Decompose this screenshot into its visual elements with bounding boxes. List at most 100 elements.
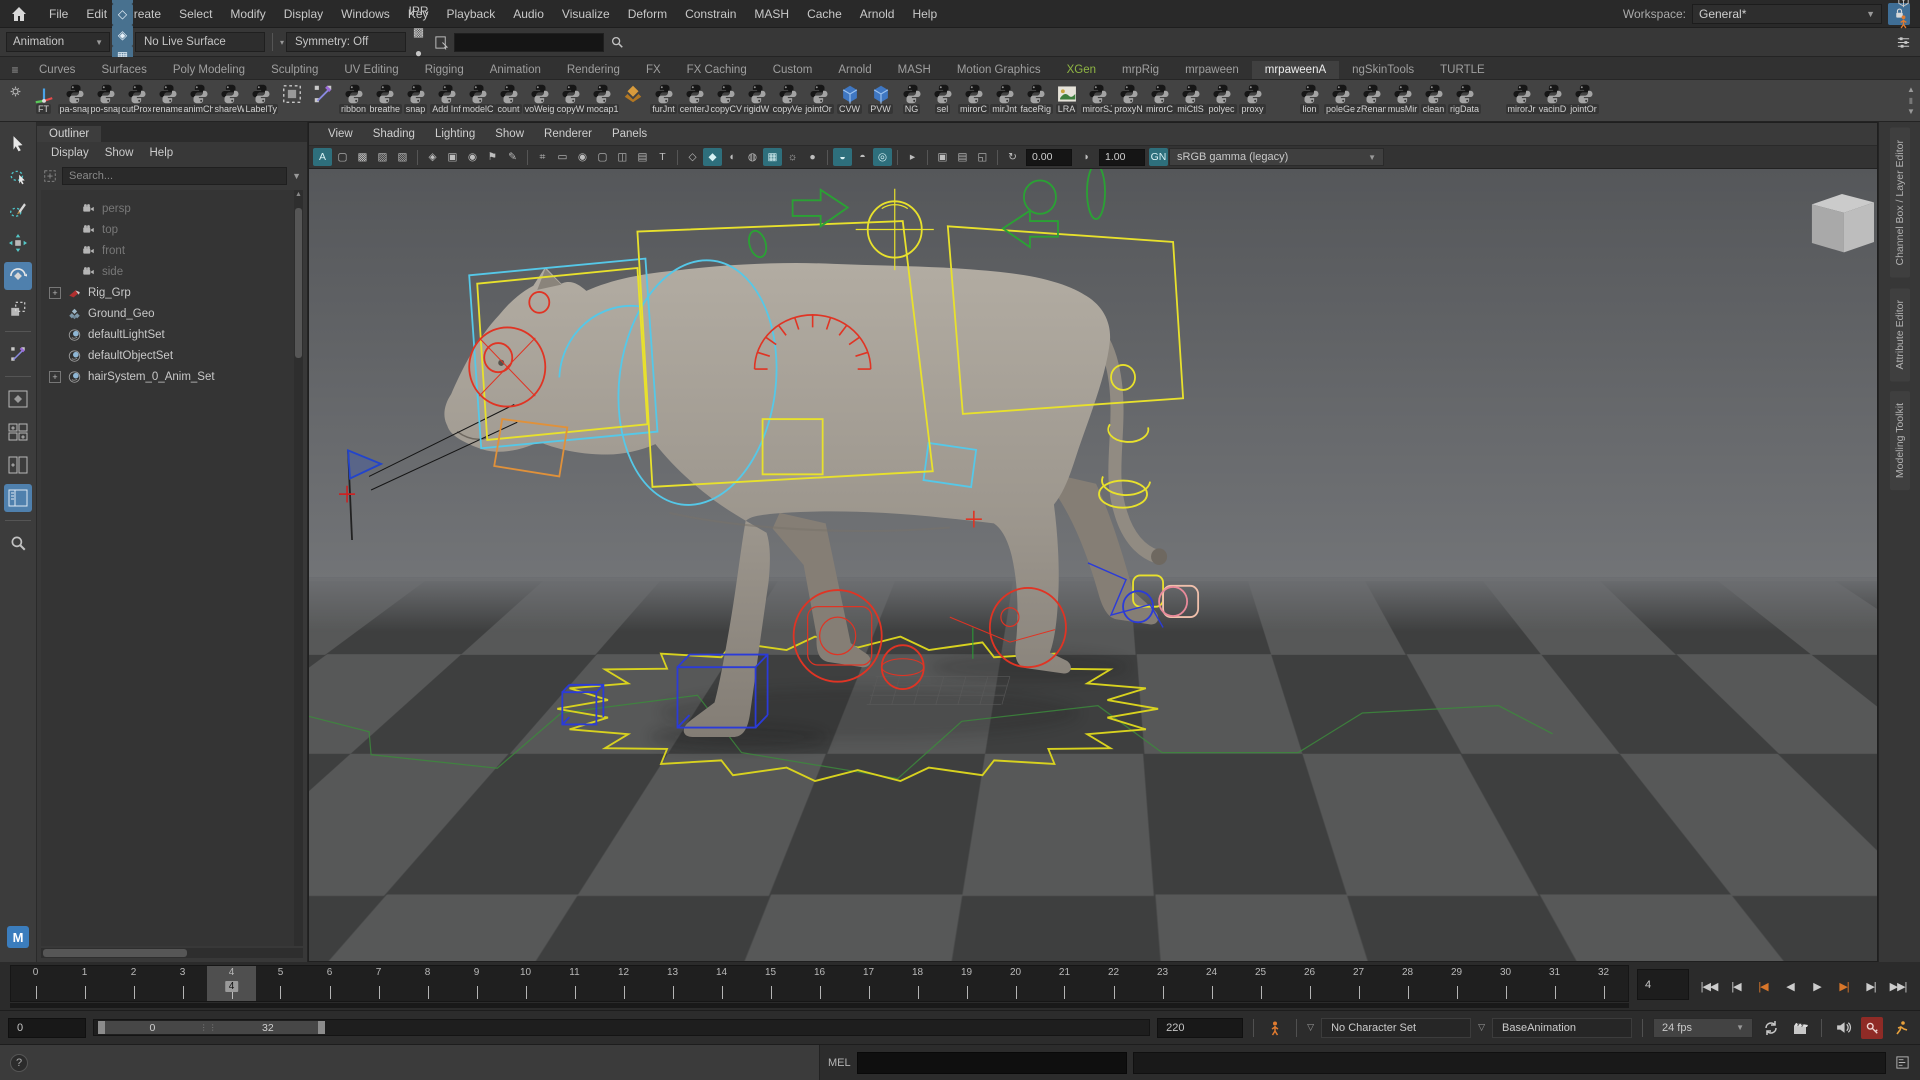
shelf-item-rigidW[interactable]: rigidW xyxy=(741,81,772,114)
shelf-item-CVW[interactable]: CVW xyxy=(834,81,865,114)
range-slider-groove[interactable]: 0 ⋮⋮ 32 xyxy=(93,1019,1150,1036)
shelf-item-vacinD[interactable]: vacinD xyxy=(1537,81,1568,114)
step-forward-frame-button[interactable]: ▶| xyxy=(1859,976,1883,998)
colorspace-dropdown[interactable]: sRGB gamma (legacy)▼ xyxy=(1169,148,1384,166)
shelf-item-proxy[interactable]: proxy xyxy=(1237,81,1268,114)
shelf-item-cutProx[interactable]: cutProx xyxy=(121,81,152,114)
range-start-handle[interactable] xyxy=(98,1021,105,1034)
two-pane-layout-button[interactable] xyxy=(4,451,32,479)
select-by-name-input[interactable] xyxy=(454,33,604,52)
shelf-tab-motion-graphics[interactable]: Motion Graphics xyxy=(944,61,1054,79)
viewport-exposure-field[interactable]: 0.00 xyxy=(1026,149,1072,166)
range-end-handle[interactable] xyxy=(318,1021,325,1034)
select-camera-icon[interactable]: A xyxy=(313,148,332,166)
shelf-item-furJnt[interactable]: furJnt xyxy=(648,81,679,114)
prev-key-button[interactable]: |◀ xyxy=(1751,976,1775,998)
lock-camera-icon[interactable]: ▢ xyxy=(333,148,352,166)
shelf-tab-animation[interactable]: Animation xyxy=(477,61,554,79)
render-settings-icon[interactable]: ▩ xyxy=(408,21,429,42)
move-tool[interactable] xyxy=(4,229,32,257)
view-transform-toggle-icon[interactable]: GN xyxy=(1149,148,1168,166)
resolution-gate-icon[interactable]: ◉ xyxy=(573,148,592,166)
shelf-item-faceRig[interactable]: faceRig xyxy=(1020,81,1051,114)
animation-end-field[interactable]: 220 xyxy=(1157,1018,1243,1038)
auto-keyframe-toggle[interactable] xyxy=(1861,1017,1883,1039)
modeling-toolkit-toggle-icon[interactable] xyxy=(1893,0,1914,11)
shelf-item-mirJnt[interactable]: mirJnt xyxy=(989,81,1020,114)
menu-playback[interactable]: Playback xyxy=(438,7,505,21)
maya-home-icon[interactable] xyxy=(10,5,28,23)
anim-layer-field[interactable]: BaseAnimation xyxy=(1492,1018,1632,1038)
outliner-item-hairSystem_0_Anim_Set[interactable]: +hairSystem_0_Anim_Set xyxy=(41,366,294,387)
playback-loop-icon[interactable] xyxy=(1760,1017,1782,1039)
shelf-item-shareW[interactable]: shareW xyxy=(214,81,245,114)
shelf-tab-ngskintools[interactable]: ngSkinTools xyxy=(1339,61,1427,79)
snap-projected-center-icon[interactable]: ◈ xyxy=(112,25,133,46)
command-language-toggle[interactable]: MEL xyxy=(828,1057,851,1069)
shelf-item-mirorSJ[interactable]: mirorSJ xyxy=(1082,81,1113,114)
single-pane-layout-button[interactable] xyxy=(4,385,32,413)
viewport-scene[interactable]: RIGHT xyxy=(309,169,1877,961)
flat-shade-icon[interactable]: ◐ xyxy=(723,148,742,166)
character-set-dropdown[interactable]: No Character Set xyxy=(1321,1018,1471,1038)
wireframe-on-shaded-icon[interactable]: ◍ xyxy=(743,148,762,166)
shelf-item-proxyN[interactable]: proxyN xyxy=(1113,81,1144,114)
next-key-button[interactable]: ▶| xyxy=(1832,976,1856,998)
shelf-item-rigData[interactable]: rigData xyxy=(1449,81,1480,114)
menu-arnold[interactable]: Arnold xyxy=(851,7,904,21)
step-back-frame-button[interactable]: |◀ xyxy=(1724,976,1748,998)
image-plane-icon[interactable]: ▧ xyxy=(393,148,412,166)
shelf-tab-uv-editing[interactable]: UV Editing xyxy=(331,61,411,79)
viewport-menu-shading[interactable]: Shading xyxy=(364,128,424,140)
add-character-set-icon[interactable] xyxy=(1264,1017,1286,1039)
menu-display[interactable]: Display xyxy=(275,7,332,21)
attribute-editor-toggle-icon[interactable] xyxy=(1893,32,1914,53)
shelf-tab-rigging[interactable]: Rigging xyxy=(412,61,477,79)
menu-edit[interactable]: Edit xyxy=(77,7,116,21)
menu-constrain[interactable]: Constrain xyxy=(676,7,745,21)
camera-attributes-icon[interactable]: ▩ xyxy=(353,148,372,166)
viewport-menu-renderer[interactable]: Renderer xyxy=(535,128,601,140)
lock-view-icon[interactable]: ▣ xyxy=(443,148,462,166)
paint-select-tool[interactable] xyxy=(4,196,32,224)
shelf-tab-custom[interactable]: Custom xyxy=(760,61,826,79)
shelf-item-po-snap[interactable]: po-snap xyxy=(90,81,121,114)
zoom-tool-icon[interactable] xyxy=(4,529,32,557)
bookmark-flag-icon[interactable]: ⚑ xyxy=(483,148,502,166)
menu-deform[interactable]: Deform xyxy=(619,7,676,21)
timeline-ruler[interactable]: 0123456789101112131415161718192021222324… xyxy=(10,965,1629,1002)
shelf-item-jointOr[interactable]: jointOr xyxy=(803,81,834,114)
shelf-tab-mash[interactable]: MASH xyxy=(885,61,944,79)
shelf-item-lion[interactable]: lion xyxy=(1294,81,1325,114)
humanik-toggle-icon[interactable] xyxy=(1893,11,1914,32)
shelf-item-jointOr[interactable]: jointOr xyxy=(1568,81,1599,114)
menu-modify[interactable]: Modify xyxy=(221,7,274,21)
pivot-icon[interactable]: ◉ xyxy=(463,148,482,166)
viewport-menu-panels[interactable]: Panels xyxy=(603,128,656,140)
shelf-tab-turtle[interactable]: TURTLE xyxy=(1427,61,1498,79)
shelf-options-icon[interactable] xyxy=(2,81,28,98)
shelf-scroll-arrows[interactable]: ▲▮▼ xyxy=(1904,81,1918,116)
motion-blur-icon[interactable]: ◓ xyxy=(853,148,872,166)
menu-set-dropdown[interactable]: Animation▼ xyxy=(6,32,110,52)
live-surface-field[interactable]: No Live Surface xyxy=(135,32,265,52)
current-frame-field[interactable]: 4 xyxy=(1637,969,1689,1000)
fps-dropdown[interactable]: 24 fps▼ xyxy=(1653,1018,1753,1038)
pencil-icon[interactable]: ✎ xyxy=(503,148,522,166)
select-tool[interactable] xyxy=(4,130,32,158)
select-by-name-icon[interactable] xyxy=(431,32,452,53)
paste-pixels-icon[interactable]: ▤ xyxy=(953,148,972,166)
shelf-item-mirorJr[interactable]: mirorJr xyxy=(1506,81,1537,114)
shelf-menu-icon[interactable]: ≡ xyxy=(4,63,26,77)
shelf-item-LabelTy[interactable]: LabelTy xyxy=(245,81,276,114)
wireframe-icon[interactable]: ◇ xyxy=(683,148,702,166)
shelf-item-miCtlS[interactable]: miCtlS xyxy=(1175,81,1206,114)
screen-space-ao-icon[interactable]: ◒ xyxy=(833,148,852,166)
outliner-item-front[interactable]: front xyxy=(41,240,294,261)
script-editor-icon[interactable] xyxy=(1892,1053,1912,1073)
shelf-item-breathe[interactable]: breathe xyxy=(369,81,400,114)
shelf-tab-arnold[interactable]: Arnold xyxy=(825,61,884,79)
outliner-tab[interactable]: Outliner xyxy=(37,126,101,142)
shelf-item-mirorC[interactable]: mirorC xyxy=(1144,81,1175,114)
outliner-persp-layout-button[interactable] xyxy=(4,484,32,512)
